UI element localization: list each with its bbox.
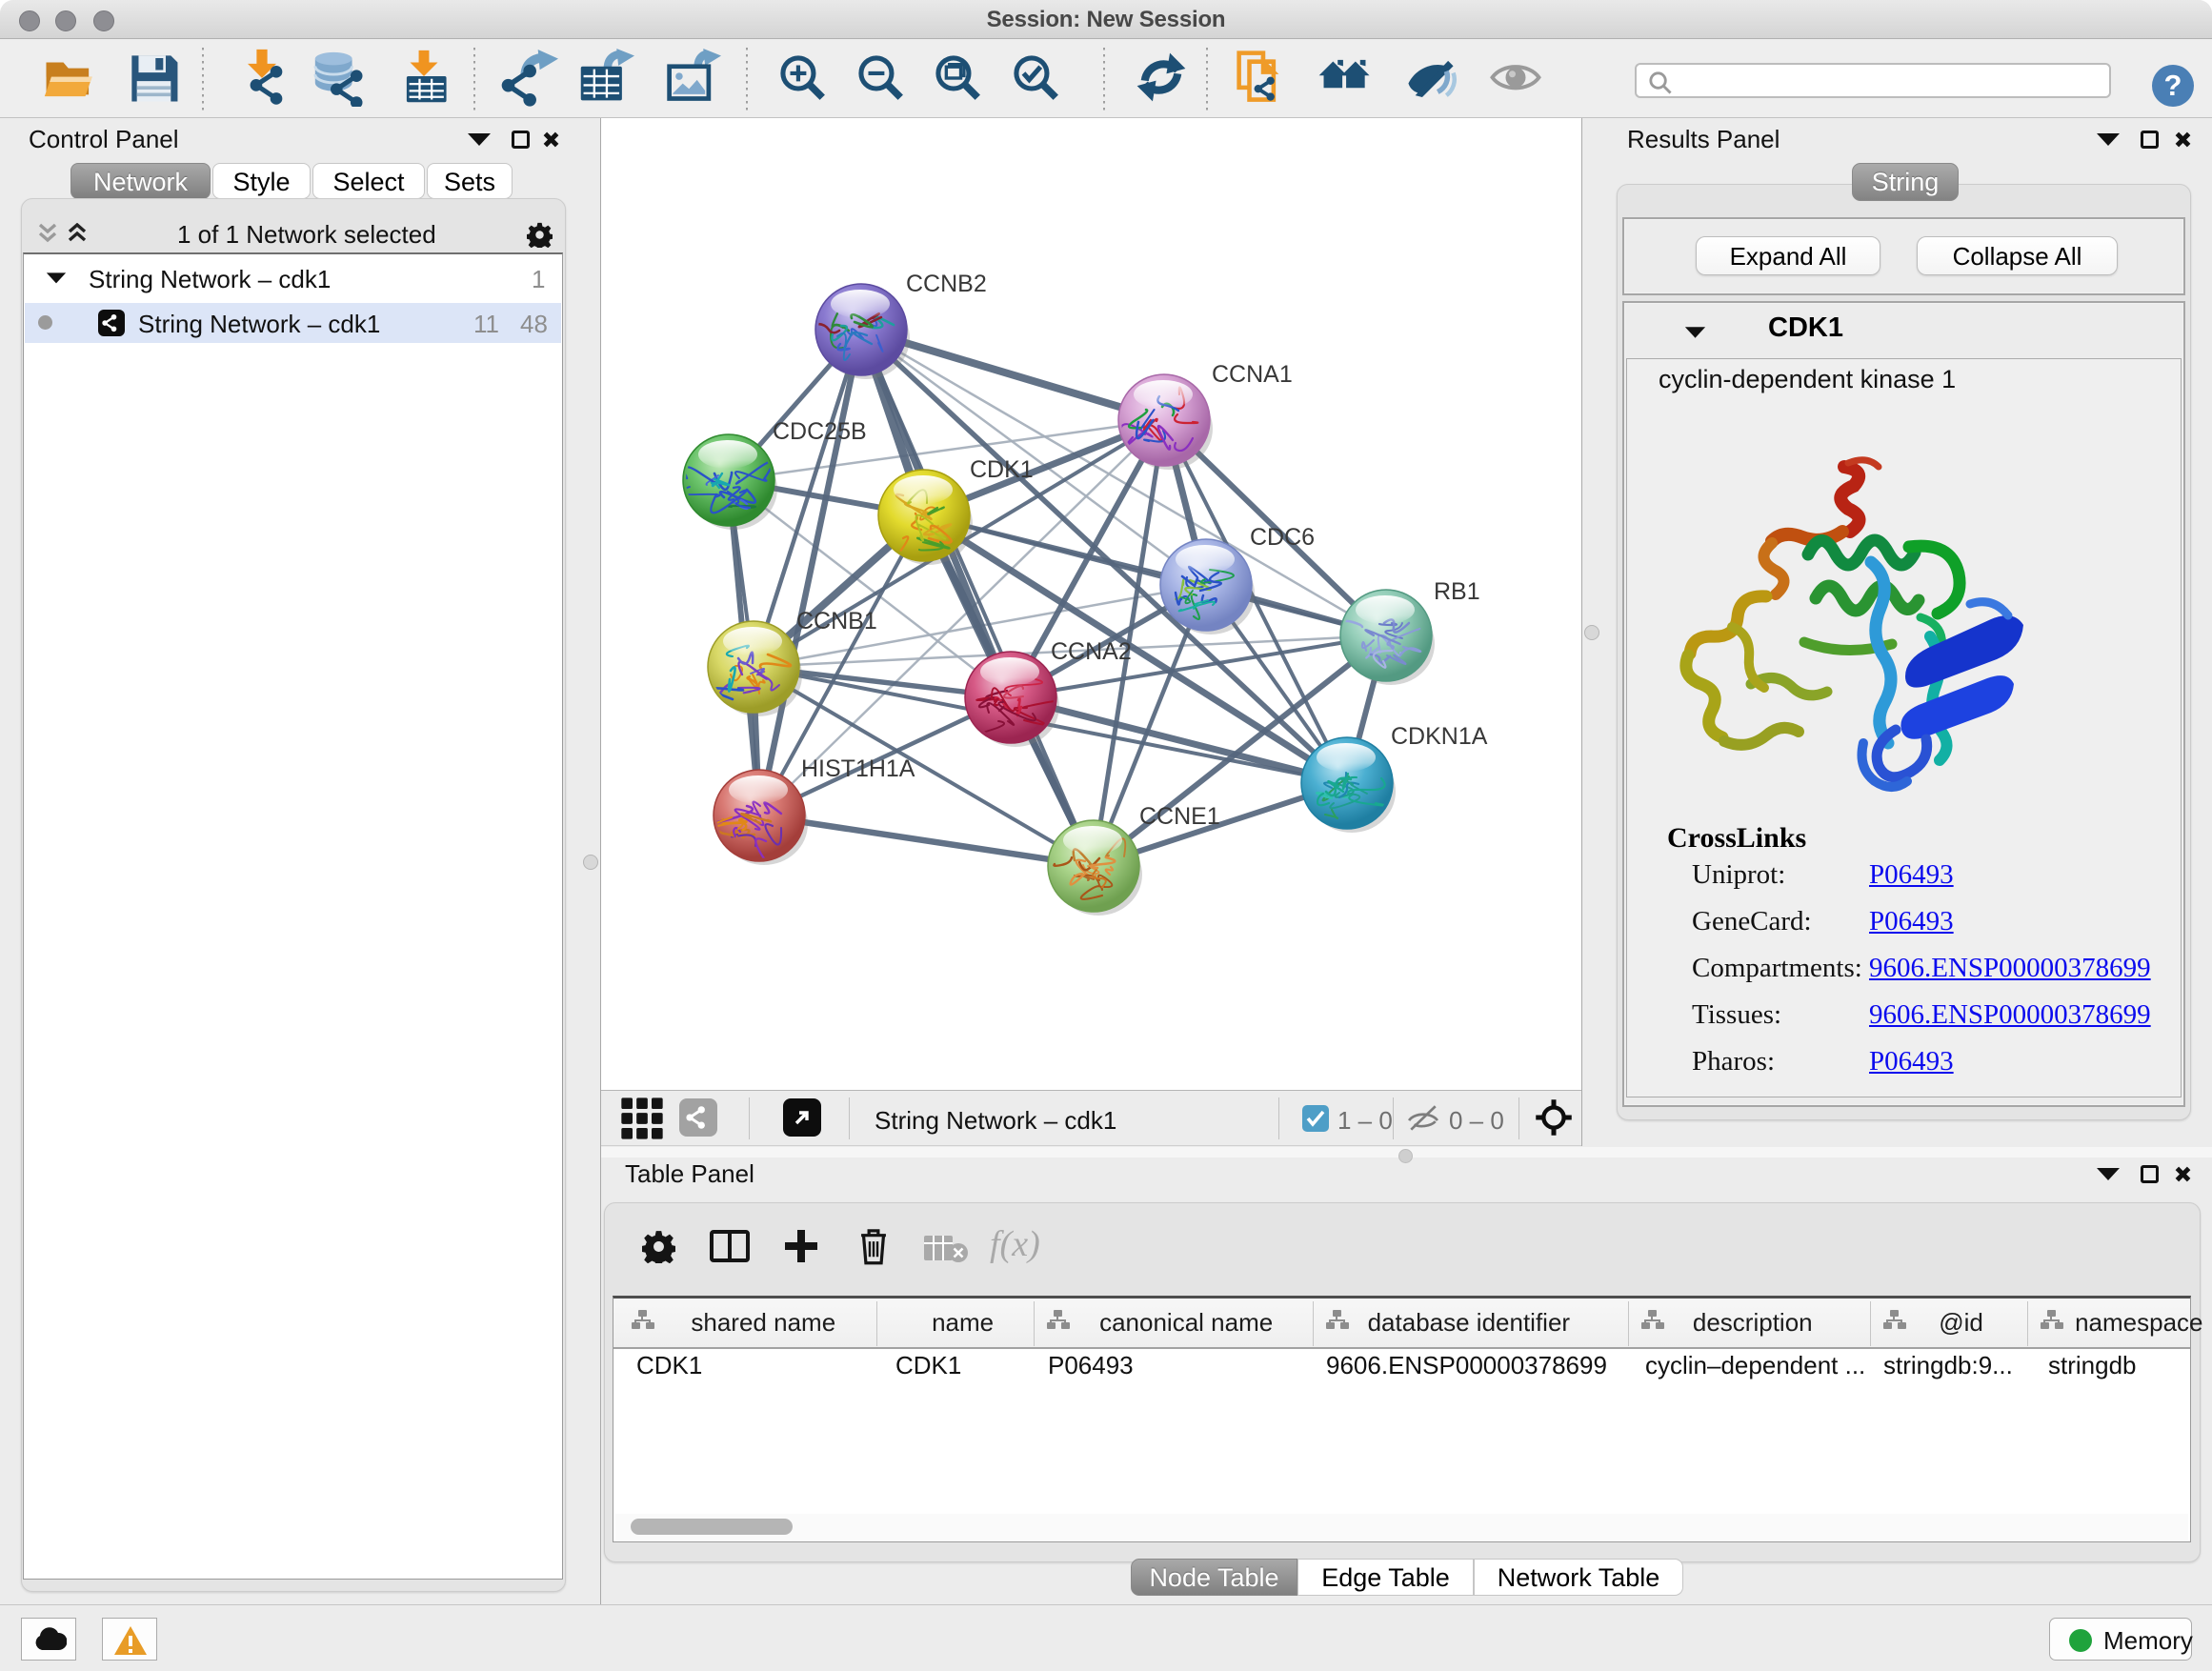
svg-text:CCNB1: CCNB1: [796, 608, 877, 634]
svg-text:HIST1H1A: HIST1H1A: [801, 755, 915, 782]
svg-text:CCNB2: CCNB2: [906, 271, 987, 297]
svg-text:CDK1: CDK1: [970, 456, 1034, 483]
svg-text:CCNA2: CCNA2: [1051, 638, 1132, 665]
svg-text:RB1: RB1: [1434, 578, 1480, 605]
svg-text:CDKN1A: CDKN1A: [1391, 723, 1488, 750]
svg-text:CDC25B: CDC25B: [773, 418, 867, 445]
svg-text:CCNA1: CCNA1: [1212, 361, 1293, 388]
svg-text:CDC6: CDC6: [1250, 524, 1315, 551]
svg-text:CCNE1: CCNE1: [1139, 803, 1220, 830]
